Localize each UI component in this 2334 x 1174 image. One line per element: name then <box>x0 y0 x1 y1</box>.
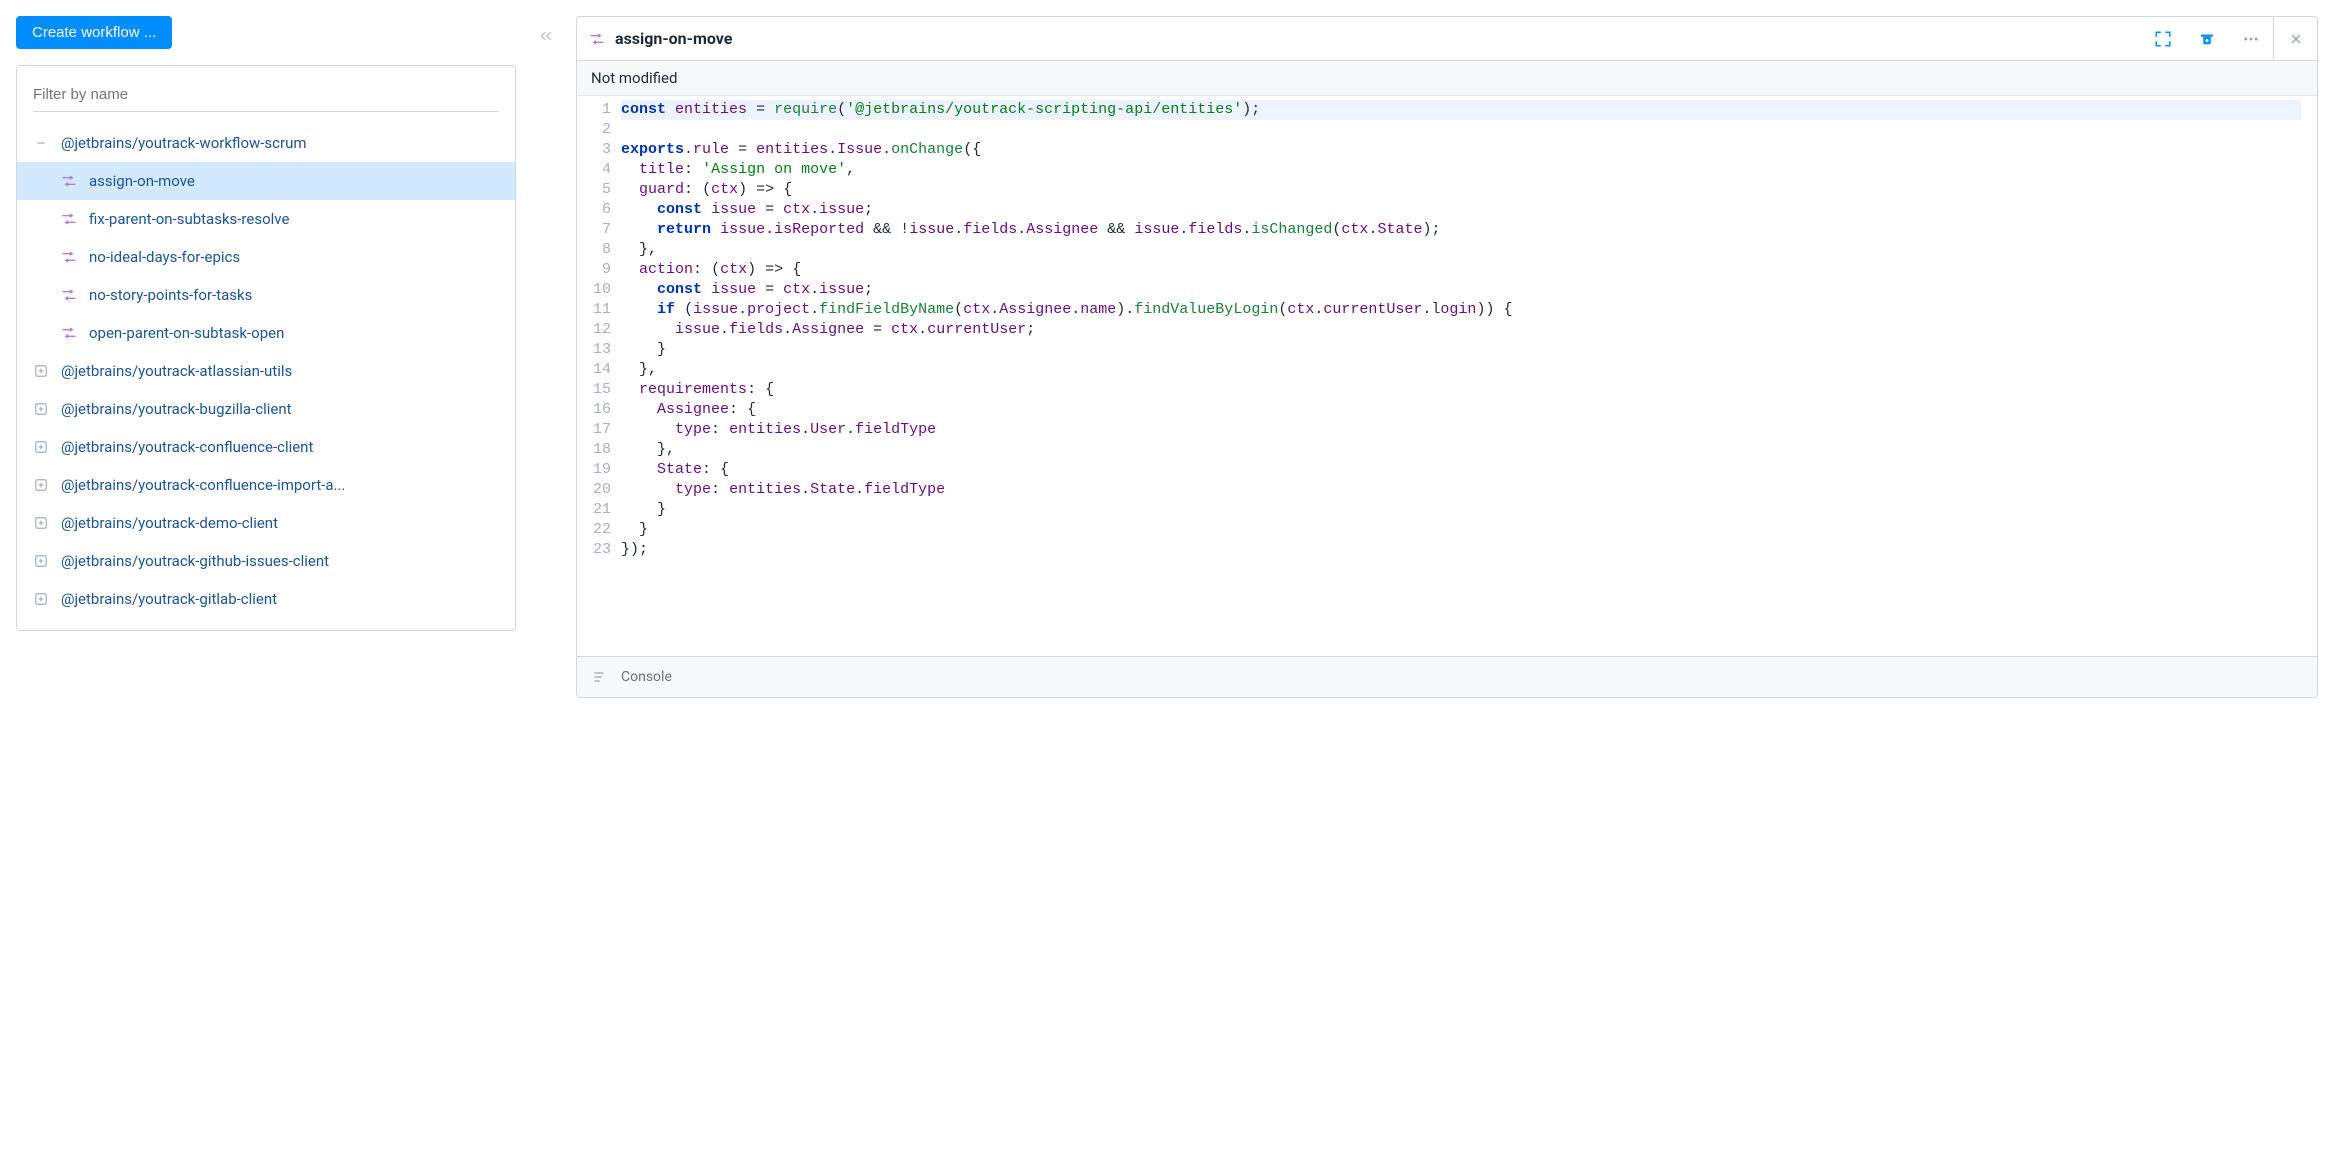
workflow-rule-item[interactable]: no-story-points-for-tasks <box>17 276 515 314</box>
workflow-rule-label: no-ideal-days-for-epics <box>89 248 240 266</box>
workflow-group-label: @jetbrains/youtrack-github-issues-client <box>61 552 329 570</box>
workflow-group[interactable]: @jetbrains/youtrack-confluence-import-a.… <box>17 466 515 504</box>
code-line: Assignee: { <box>621 400 2301 420</box>
workflow-icon <box>61 249 77 265</box>
code-line: } <box>621 500 2301 520</box>
code-line: }, <box>621 240 2301 260</box>
workflow-rule-label: no-story-points-for-tasks <box>89 286 252 304</box>
workflow-group[interactable]: @jetbrains/youtrack-demo-client <box>17 504 515 542</box>
code-line: action: (ctx) => { <box>621 260 2301 280</box>
code-line: requirements: { <box>621 380 2301 400</box>
code-line: }, <box>621 440 2301 460</box>
code-line: type: entities.User.fieldType <box>621 420 2301 440</box>
workflow-rule-label: open-parent-on-subtask-open <box>89 324 284 342</box>
collapse-sidebar-button[interactable] <box>532 22 560 50</box>
fullscreen-button[interactable] <box>2141 17 2185 60</box>
workflow-group-label: @jetbrains/youtrack-workflow-scrum <box>61 134 307 152</box>
expand-icon <box>33 477 49 493</box>
workflow-icon <box>61 211 77 227</box>
workflow-icon <box>61 287 77 303</box>
workflow-group-label: @jetbrains/youtrack-atlassian-utils <box>61 362 292 380</box>
expand-icon <box>33 553 49 569</box>
workflow-icon <box>589 31 605 47</box>
code-line: } <box>621 340 2301 360</box>
code-line: exports.rule = entities.Issue.onChange({ <box>621 140 2301 160</box>
status-bar: Not modified <box>577 61 2317 96</box>
editor-title: assign-on-move <box>615 29 732 48</box>
permissions-button[interactable] <box>2185 17 2229 60</box>
more-menu-button[interactable] <box>2229 17 2273 60</box>
code-line: guard: (ctx) => { <box>621 180 2301 200</box>
collapse-icon <box>33 135 49 151</box>
code-line: State: { <box>621 460 2301 480</box>
editor-actions <box>2141 17 2317 60</box>
code-line: type: entities.State.fieldType <box>621 480 2301 500</box>
workflow-rule-label: assign-on-move <box>89 172 195 190</box>
code-lines: const entities = require('@jetbrains/you… <box>621 100 2317 652</box>
code-line: return issue.isReported && !issue.fields… <box>621 220 2301 240</box>
workflow-group-label: @jetbrains/youtrack-bugzilla-client <box>61 400 292 418</box>
console-bar[interactable]: Console <box>577 656 2317 697</box>
workflow-group[interactable]: @jetbrains/youtrack-workflow-scrum <box>17 124 515 162</box>
workflow-group-label: @jetbrains/youtrack-confluence-import-a.… <box>61 476 345 494</box>
workflow-group-label: @jetbrains/youtrack-confluence-client <box>61 438 313 456</box>
workflow-rule-item[interactable]: assign-on-move <box>17 162 515 200</box>
code-line <box>621 120 2301 140</box>
expand-icon <box>33 591 49 607</box>
workflow-icon <box>61 325 77 341</box>
code-line: const entities = require('@jetbrains/you… <box>621 100 2301 120</box>
workflow-group[interactable]: @jetbrains/youtrack-bugzilla-client <box>17 390 515 428</box>
workflow-group[interactable]: @jetbrains/youtrack-atlassian-utils <box>17 352 515 390</box>
workflow-group[interactable]: @jetbrains/youtrack-github-issues-client <box>17 542 515 580</box>
expand-icon <box>33 401 49 417</box>
workflow-group-label: @jetbrains/youtrack-gitlab-client <box>61 590 277 608</box>
workflow-group[interactable]: @jetbrains/youtrack-confluence-client <box>17 428 515 466</box>
code-line: } <box>621 520 2301 540</box>
console-label: Console <box>621 669 672 685</box>
create-workflow-button[interactable]: Create workflow ... <box>16 16 172 49</box>
code-line: }, <box>621 360 2301 380</box>
code-line: }); <box>621 540 2301 560</box>
console-icon <box>591 669 607 685</box>
workflow-rule-item[interactable]: open-parent-on-subtask-open <box>17 314 515 352</box>
workflow-rule-label: fix-parent-on-subtasks-resolve <box>89 210 289 228</box>
sidebar: Create workflow ... @jetbrains/youtrack-… <box>16 16 516 631</box>
workflow-group-label: @jetbrains/youtrack-demo-client <box>61 514 278 532</box>
code-line: const issue = ctx.issue; <box>621 200 2301 220</box>
workflow-group[interactable]: @jetbrains/youtrack-gitlab-client <box>17 580 515 618</box>
workflow-rule-item[interactable]: fix-parent-on-subtasks-resolve <box>17 200 515 238</box>
code-line: title: 'Assign on move', <box>621 160 2301 180</box>
code-line: if (issue.project.findFieldByName(ctx.As… <box>621 300 2301 320</box>
code-line: issue.fields.Assignee = ctx.currentUser; <box>621 320 2301 340</box>
editor-header: assign-on-move <box>577 17 2317 61</box>
code-editor[interactable]: 1234567891011121314151617181920212223 co… <box>577 96 2317 656</box>
expand-icon <box>33 515 49 531</box>
line-gutter: 1234567891011121314151617181920212223 <box>577 100 621 652</box>
expand-icon <box>33 363 49 379</box>
workflow-icon <box>61 173 77 189</box>
expand-icon <box>33 439 49 455</box>
workflow-tree-panel: @jetbrains/youtrack-workflow-scrum assign… <box>16 65 516 631</box>
close-button[interactable] <box>2273 17 2317 60</box>
filter-input[interactable] <box>33 78 499 112</box>
editor-panel: assign-on-move <box>576 16 2318 698</box>
workflow-rule-item[interactable]: no-ideal-days-for-epics <box>17 238 515 276</box>
code-line: const issue = ctx.issue; <box>621 280 2301 300</box>
